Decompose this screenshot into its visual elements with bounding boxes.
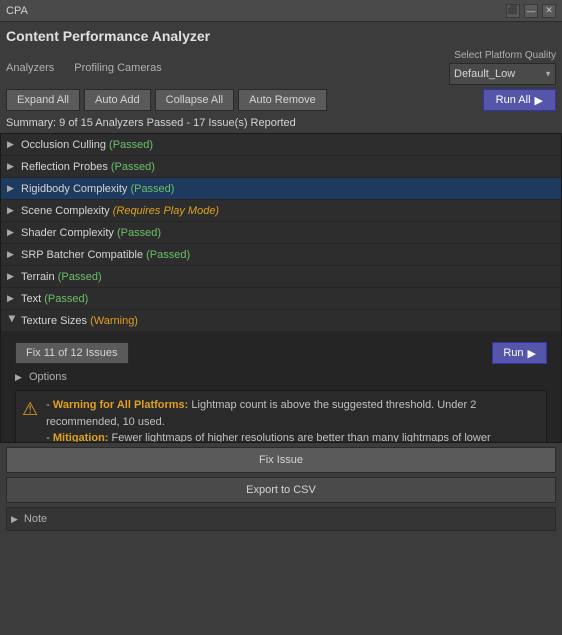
note-label: Note bbox=[24, 513, 47, 525]
collapse-all-button[interactable]: Collapse All bbox=[155, 89, 234, 111]
expand-all-button[interactable]: Expand All bbox=[6, 89, 80, 111]
platform-select-row: Default_Low Default_Medium Default_High bbox=[449, 63, 556, 85]
auto-add-button[interactable]: Auto Add bbox=[84, 89, 151, 111]
expand-arrow-texture: ▶ bbox=[7, 316, 18, 326]
toolbar-row-1: Analyzers Profiling Cameras Select Platf… bbox=[6, 50, 556, 85]
analyzer-item-terrain[interactable]: ▶ Terrain (Passed) bbox=[1, 266, 561, 288]
summary-bar: Summary: 9 of 15 Analyzers Passed - 17 I… bbox=[6, 117, 556, 129]
fix-issue-bottom-button[interactable]: Fix Issue bbox=[6, 447, 556, 473]
note-arrow-icon: ▶ bbox=[11, 514, 18, 525]
options-row[interactable]: ▶ Options bbox=[9, 368, 553, 386]
expand-arrow-options: ▶ bbox=[15, 372, 25, 383]
platform-dropdown-container: Default_Low Default_Medium Default_High bbox=[449, 63, 556, 85]
texture-sizes-expanded: Fix 11 of 12 Issues Run ▶ ▶ Options ⚠ - … bbox=[1, 332, 561, 443]
analyzer-item-srp-batcher[interactable]: ▶ SRP Batcher Compatible (Passed) bbox=[1, 244, 561, 266]
expand-arrow-terrain: ▶ bbox=[7, 271, 17, 282]
expand-arrow-shader: ▶ bbox=[7, 227, 17, 238]
analyzer-item-shader-complexity[interactable]: ▶ Shader Complexity (Passed) bbox=[1, 222, 561, 244]
expand-arrow-rigidbody: ▶ bbox=[7, 183, 17, 194]
expand-arrow-scene: ▶ bbox=[7, 205, 17, 216]
fix-row: Fix 11 of 12 Issues Run ▶ bbox=[9, 338, 553, 368]
warning-text-1: - Warning for All Platforms: Lightmap co… bbox=[46, 397, 540, 443]
title-bar: CPA ⬛ — ✕ bbox=[0, 0, 562, 22]
panel-title: Content Performance Analyzer bbox=[6, 28, 556, 44]
auto-remove-button[interactable]: Auto Remove bbox=[238, 89, 327, 111]
expand-arrow-srp: ▶ bbox=[7, 249, 17, 260]
expand-arrow-reflection: ▶ bbox=[7, 161, 17, 172]
close-button[interactable]: ✕ bbox=[542, 4, 556, 18]
minimize-button[interactable]: ⬛ bbox=[506, 4, 520, 18]
analyzers-label: Analyzers bbox=[6, 62, 54, 74]
analyzer-item-texture-sizes[interactable]: ▶ Texture Sizes (Warning) bbox=[1, 310, 561, 332]
analyzer-list: ▶ Occlusion Culling (Passed) ▶ Reflectio… bbox=[0, 133, 562, 443]
bottom-area: Fix Issue Export to CSV ▶ Note bbox=[0, 443, 562, 535]
fix-issues-button[interactable]: Fix 11 of 12 Issues bbox=[15, 342, 129, 364]
note-row[interactable]: ▶ Note bbox=[6, 507, 556, 531]
analyzer-item-scene-complexity[interactable]: ▶ Scene Complexity (Requires Play Mode) bbox=[1, 200, 561, 222]
main-panel: Content Performance Analyzer Analyzers P… bbox=[0, 22, 562, 129]
platform-quality-label: Select Platform Quality bbox=[454, 50, 556, 61]
analyzer-item-occlusion-culling[interactable]: ▶ Occlusion Culling (Passed) bbox=[1, 134, 561, 156]
platform-dropdown[interactable]: Default_Low Default_Medium Default_High bbox=[449, 63, 556, 85]
title-bar-controls: ⬛ — ✕ bbox=[506, 4, 556, 18]
analyzer-item-reflection-probes[interactable]: ▶ Reflection Probes (Passed) bbox=[1, 156, 561, 178]
export-button[interactable]: Export to CSV bbox=[6, 477, 556, 503]
profiling-cameras-label: Profiling Cameras bbox=[74, 62, 161, 74]
expand-arrow-occlusion: ▶ bbox=[7, 139, 17, 150]
platform-section: Select Platform Quality Default_Low Defa… bbox=[449, 50, 556, 85]
analyzer-item-rigidbody[interactable]: ▶ Rigidbody Complexity (Passed) bbox=[1, 178, 561, 200]
expand-arrow-text: ▶ bbox=[7, 293, 17, 304]
maximize-button[interactable]: — bbox=[524, 4, 538, 18]
analyzer-item-text[interactable]: ▶ Text (Passed) bbox=[1, 288, 561, 310]
title-bar-text: CPA bbox=[6, 5, 28, 17]
run-all-button[interactable]: Run All ▶ bbox=[483, 89, 556, 111]
run-button[interactable]: Run ▶ bbox=[492, 342, 547, 364]
warning-icon-1: ⚠ bbox=[22, 399, 38, 443]
warning-box-1: ⚠ - Warning for All Platforms: Lightmap … bbox=[15, 390, 547, 443]
